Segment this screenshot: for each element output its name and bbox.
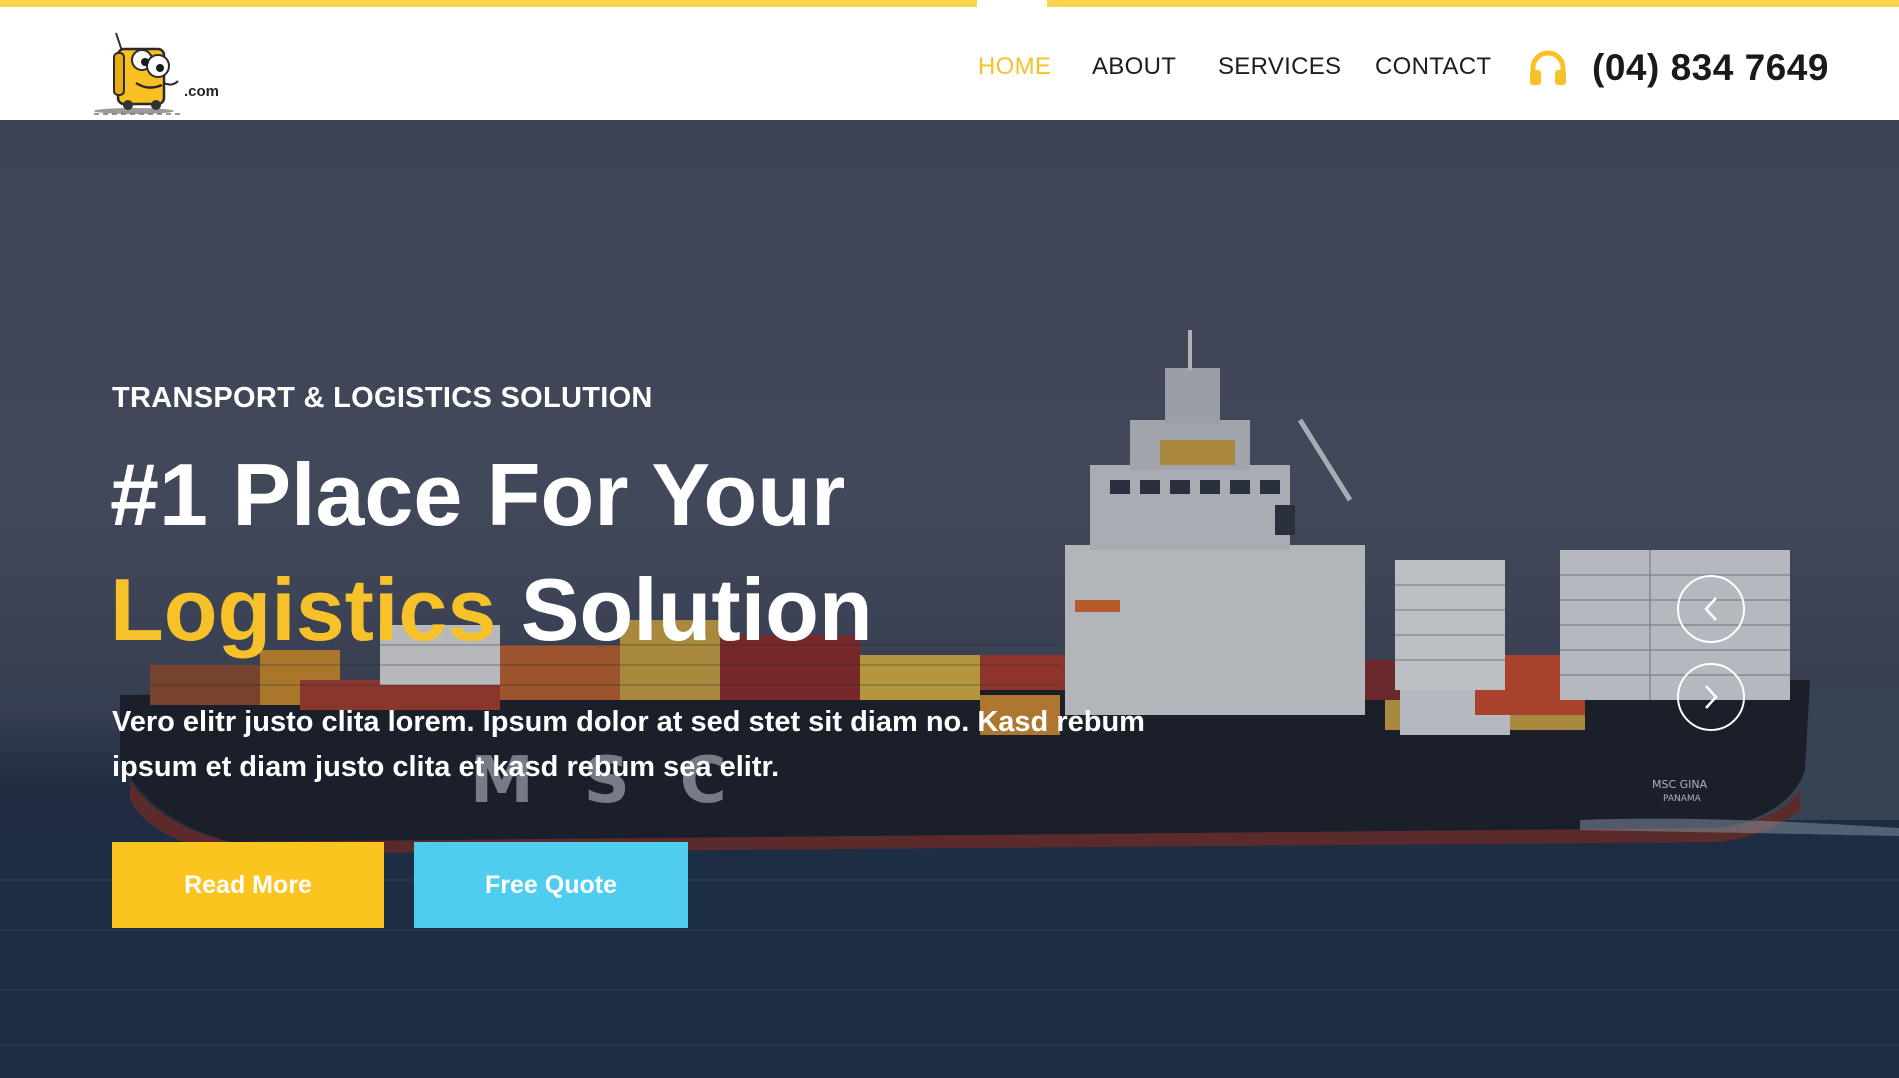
top-accent-bar-right [1047, 0, 1899, 7]
chevron-right-icon [1705, 685, 1718, 709]
headphones-icon [1530, 50, 1566, 85]
hero-subtitle: TRANSPORT & LOGISTICS SOLUTION [112, 382, 653, 414]
page: .com HOME ABOUT SERVICES CONTACT (04) 83… [0, 0, 1899, 1078]
nav-home[interactable]: HOME [978, 53, 1051, 81]
logo-text: .com [184, 83, 220, 100]
nav-services[interactable]: SERVICES [1218, 53, 1341, 81]
hero-description: Vero elitr justo clita lorem. Ipsum dolo… [112, 706, 1145, 783]
hero-headline-line2: Logistics Solution [110, 557, 873, 663]
logo-mascot-icon [94, 32, 182, 115]
hero-headline-line1: #1 Place For Your [110, 445, 846, 544]
hero-headline-rest: Solution [520, 560, 873, 659]
nav-about[interactable]: ABOUT [1092, 53, 1176, 81]
read-more-button[interactable]: Read More [112, 842, 384, 928]
chevron-left-icon [1704, 597, 1717, 621]
logo[interactable]: .com [92, 31, 224, 121]
hero-headline-highlight: Logistics [110, 560, 497, 659]
carousel-next-button[interactable] [1677, 663, 1745, 731]
site-header: .com HOME ABOUT SERVICES CONTACT (04) 83… [0, 7, 1899, 120]
free-quote-button[interactable]: Free Quote [414, 842, 688, 928]
carousel-prev-button[interactable] [1677, 575, 1745, 643]
nav-contact[interactable]: CONTACT [1375, 53, 1491, 81]
phone-number[interactable]: (04) 834 7649 [1592, 47, 1829, 89]
hero-banner: MSC MSC GINA PANAMA TRANSPORT & LOGISTIC… [0, 120, 1899, 1078]
top-accent-bar-left [0, 0, 977, 7]
